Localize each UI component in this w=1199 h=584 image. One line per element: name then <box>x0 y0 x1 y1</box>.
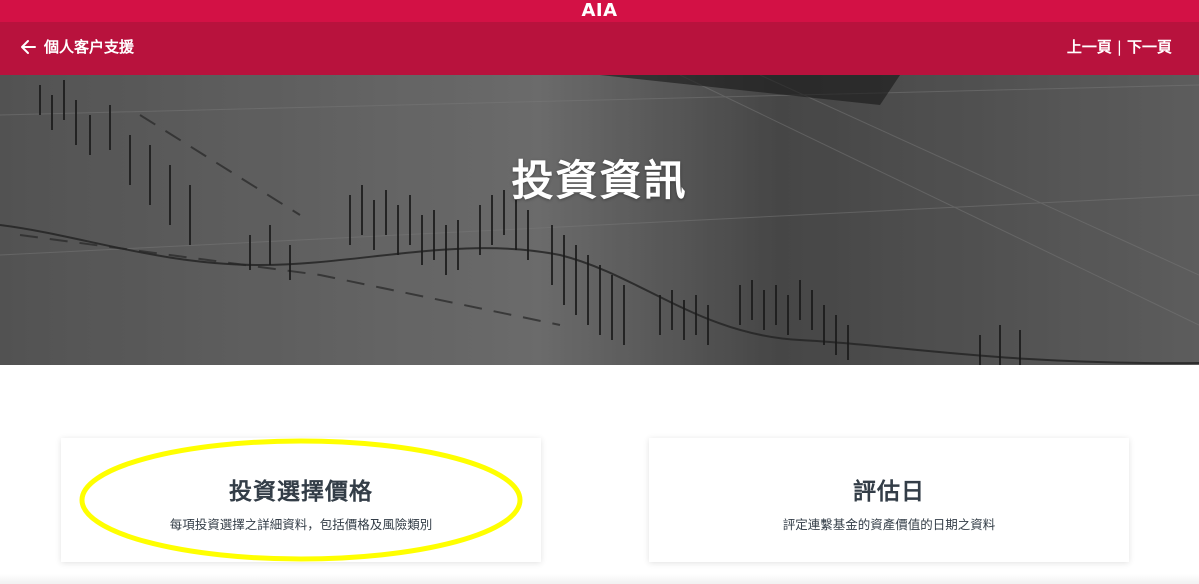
card-description: 評定連繫基金的資產價值的日期之資料 <box>782 517 996 532</box>
card-title: 評估日 <box>853 479 925 505</box>
pager-separator: | <box>1116 37 1122 56</box>
stock-chart-background-image <box>0 75 1199 365</box>
card-title: 投資選擇價格 <box>229 479 373 505</box>
back-link-label: 個人客户支援 <box>44 38 135 56</box>
card-description: 每項投資選擇之詳細資料，包括價格及風險類別 <box>169 517 433 532</box>
page-title: 投資資訊 <box>511 156 688 205</box>
investment-choice-price-card[interactable]: 投資選擇價格 每項投資選擇之詳細資料，包括價格及風險類別 <box>61 438 541 562</box>
brand-logo-text: AIA <box>581 0 618 21</box>
previous-page-link[interactable]: 上一頁 <box>1067 36 1112 57</box>
navigation-bar: 個人客户支援 上一頁 | 下一頁 <box>0 22 1199 75</box>
valuation-day-card[interactable]: 評估日 評定連繫基金的資產價值的日期之資料 <box>649 438 1129 562</box>
page-navigation: 上一頁 | 下一頁 <box>1067 36 1172 57</box>
page-bottom-edge <box>0 574 1199 584</box>
next-page-link[interactable]: 下一頁 <box>1127 36 1172 57</box>
back-link[interactable]: 個人客户支援 <box>20 36 134 57</box>
arrow-left-icon <box>21 39 36 54</box>
hero-banner: 投資資訊 <box>0 75 1199 365</box>
brand-bar: AIA <box>0 0 1199 22</box>
cards-section: 投資選擇價格 每項投資選擇之詳細資料，包括價格及風險類別 評估日 評定連繫基金的… <box>0 365 1199 584</box>
